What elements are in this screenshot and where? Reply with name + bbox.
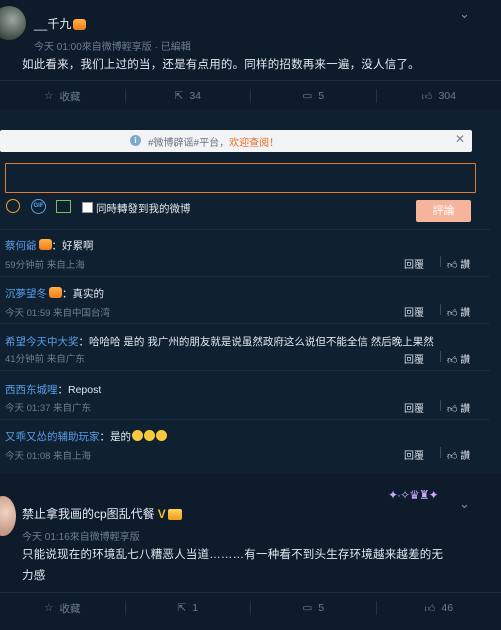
post-text: 力感 xyxy=(22,570,46,582)
comment-text: ：哈哈哈 是的 我广州的朋友就是说虽然政府这么说但不能全信 然后晚上果然 xyxy=(78,336,434,348)
notice-link[interactable]: 欢迎查阅！ xyxy=(229,138,279,149)
divider xyxy=(0,276,490,277)
repost-button[interactable]: ⇱ 1 xyxy=(126,593,251,623)
repost-icon: ⇱ xyxy=(174,90,184,102)
comment-text: ：好累啊 xyxy=(51,240,94,252)
vip-badge-icon xyxy=(73,19,87,31)
crying-face-icon xyxy=(156,430,167,442)
like-button[interactable]: 👍︎ 讚 xyxy=(447,351,470,366)
chevron-down-icon[interactable]: ⌄ xyxy=(459,6,470,22)
favorite-button[interactable]: ☆ 收藏 xyxy=(0,593,125,623)
post-meta: 今天 01:16來自微博輕享版 xyxy=(22,532,140,543)
info-icon: i xyxy=(130,135,141,146)
thumbs-up-icon: 👍︎ xyxy=(447,404,458,415)
post-text: 只能说现在的环境乱七八糟恶人当道………有一种看不到头生存环境越来越差的无 xyxy=(22,549,444,561)
like-button[interactable]: 👍︎ 讚 xyxy=(447,256,470,271)
comment-input[interactable] xyxy=(5,163,476,193)
avatar[interactable] xyxy=(0,6,26,40)
comment-author[interactable]: 沉夢望冬 xyxy=(5,288,47,300)
comment-author[interactable]: 又乖又怂的辅助玩家 xyxy=(5,431,100,443)
comment-text: ：是的 xyxy=(99,431,132,443)
post-action-bar: ☆ 收藏 ⇱ 34 ▭ 5 👍︎ 304 xyxy=(0,81,501,111)
author-name[interactable]: 禁止拿我画的cp图乱代餐 xyxy=(22,507,155,521)
comment-author[interactable]: 希望今天中大奖 xyxy=(5,336,79,348)
divider xyxy=(440,447,441,458)
vip-badge-icon xyxy=(38,239,52,251)
post-author[interactable]: 禁止拿我画的cp图乱代餐 V xyxy=(22,505,182,522)
like-button[interactable]: 👍︎ 讚 xyxy=(447,400,470,415)
post-text: 如此看来，我们上过的当，还是有点用的。同样的招数再来一遍，没人信了。 xyxy=(22,59,420,71)
post-meta: 今天 01:00來自微博輕享版 · 已編輯 xyxy=(34,42,191,53)
avatar[interactable] xyxy=(0,496,16,536)
comment-button[interactable]: ▭ 5 xyxy=(251,593,376,623)
comment-icon: ▭ xyxy=(302,90,313,102)
divider xyxy=(0,323,490,324)
reply-button[interactable]: 回覆 xyxy=(404,447,424,462)
crying-face-icon xyxy=(132,430,143,442)
comment-meta: 41分钟前 来自广东 xyxy=(5,354,85,365)
reply-button[interactable]: 回覆 xyxy=(404,400,424,415)
thumbs-up-icon: 👍︎ xyxy=(421,90,433,103)
comment-text: ：真实的 xyxy=(62,288,104,300)
divider xyxy=(440,256,441,267)
comment-meta: 今天 01:08 来自上海 xyxy=(5,451,92,462)
comment-author[interactable]: 蔡何爺 xyxy=(5,240,37,252)
verified-badge-icon: V xyxy=(157,507,166,521)
post-author[interactable]: __千九 xyxy=(34,15,87,32)
chevron-down-icon[interactable]: ⌄ xyxy=(459,496,470,512)
repost-button[interactable]: ⇱ 34 xyxy=(126,81,251,111)
repost-label: 同時轉發到我的微博 xyxy=(96,203,191,215)
emoji-icon[interactable] xyxy=(6,199,20,213)
divider xyxy=(440,351,441,362)
vip-badge-icon xyxy=(49,287,62,299)
thumbs-up-icon: 👍︎ xyxy=(447,355,458,366)
like-button[interactable]: 👍︎ 讚 xyxy=(447,447,470,462)
star-icon: ☆ xyxy=(44,90,54,102)
image-icon[interactable] xyxy=(56,200,71,213)
like-button[interactable]: 👍︎ 讚 xyxy=(447,304,470,319)
crying-face-icon xyxy=(144,430,155,442)
post-action-bar: ☆ 收藏 ⇱ 1 ▭ 5 👍︎ 46 xyxy=(0,593,501,623)
reply-button[interactable]: 回覆 xyxy=(404,256,424,271)
thumbs-up-icon: 👍︎ xyxy=(447,308,458,319)
close-icon[interactable]: ✕ xyxy=(455,132,465,146)
comment-text: ：Repost xyxy=(57,384,102,396)
divider xyxy=(440,304,441,315)
sparkle-decoration-icon: ✦·✧♛♜✦ xyxy=(388,488,439,502)
comment-meta: 今天 01:37 来自广东 xyxy=(5,403,92,414)
submit-comment-button[interactable]: 評論 xyxy=(416,200,471,222)
star-icon: ☆ xyxy=(44,602,54,614)
divider xyxy=(0,229,490,230)
comment-icon: ▭ xyxy=(302,602,313,614)
notice-text: #微博辟谣#平台，欢迎查阅！ xyxy=(148,138,280,149)
divider xyxy=(0,419,490,420)
comment-meta: 今天 01:59 来自中国台湾 xyxy=(5,308,111,319)
thumbs-up-icon: 👍︎ xyxy=(424,602,436,615)
like-button[interactable]: 👍︎ 304 xyxy=(377,81,501,111)
divider xyxy=(0,370,490,371)
comment-author[interactable]: 西西东城哩 xyxy=(5,384,58,396)
repost-checkbox[interactable] xyxy=(82,202,93,213)
crown-badge-icon xyxy=(167,509,182,521)
comment-meta: 59分钟前 来自上海 xyxy=(5,260,85,271)
comment-button[interactable]: ▭ 5 xyxy=(251,81,376,111)
gif-icon[interactable]: GIF xyxy=(31,199,46,214)
reply-button[interactable]: 回覆 xyxy=(404,304,424,319)
reply-button[interactable]: 回覆 xyxy=(404,351,424,366)
repost-icon: ⇱ xyxy=(177,602,187,614)
divider xyxy=(440,400,441,411)
thumbs-up-icon: 👍︎ xyxy=(447,451,458,462)
author-name[interactable]: __千九 xyxy=(34,17,71,31)
like-button[interactable]: 👍︎ 46 xyxy=(377,593,501,623)
favorite-button[interactable]: ☆ 收藏 xyxy=(0,81,125,111)
thumbs-up-icon: 👍︎ xyxy=(447,260,458,271)
